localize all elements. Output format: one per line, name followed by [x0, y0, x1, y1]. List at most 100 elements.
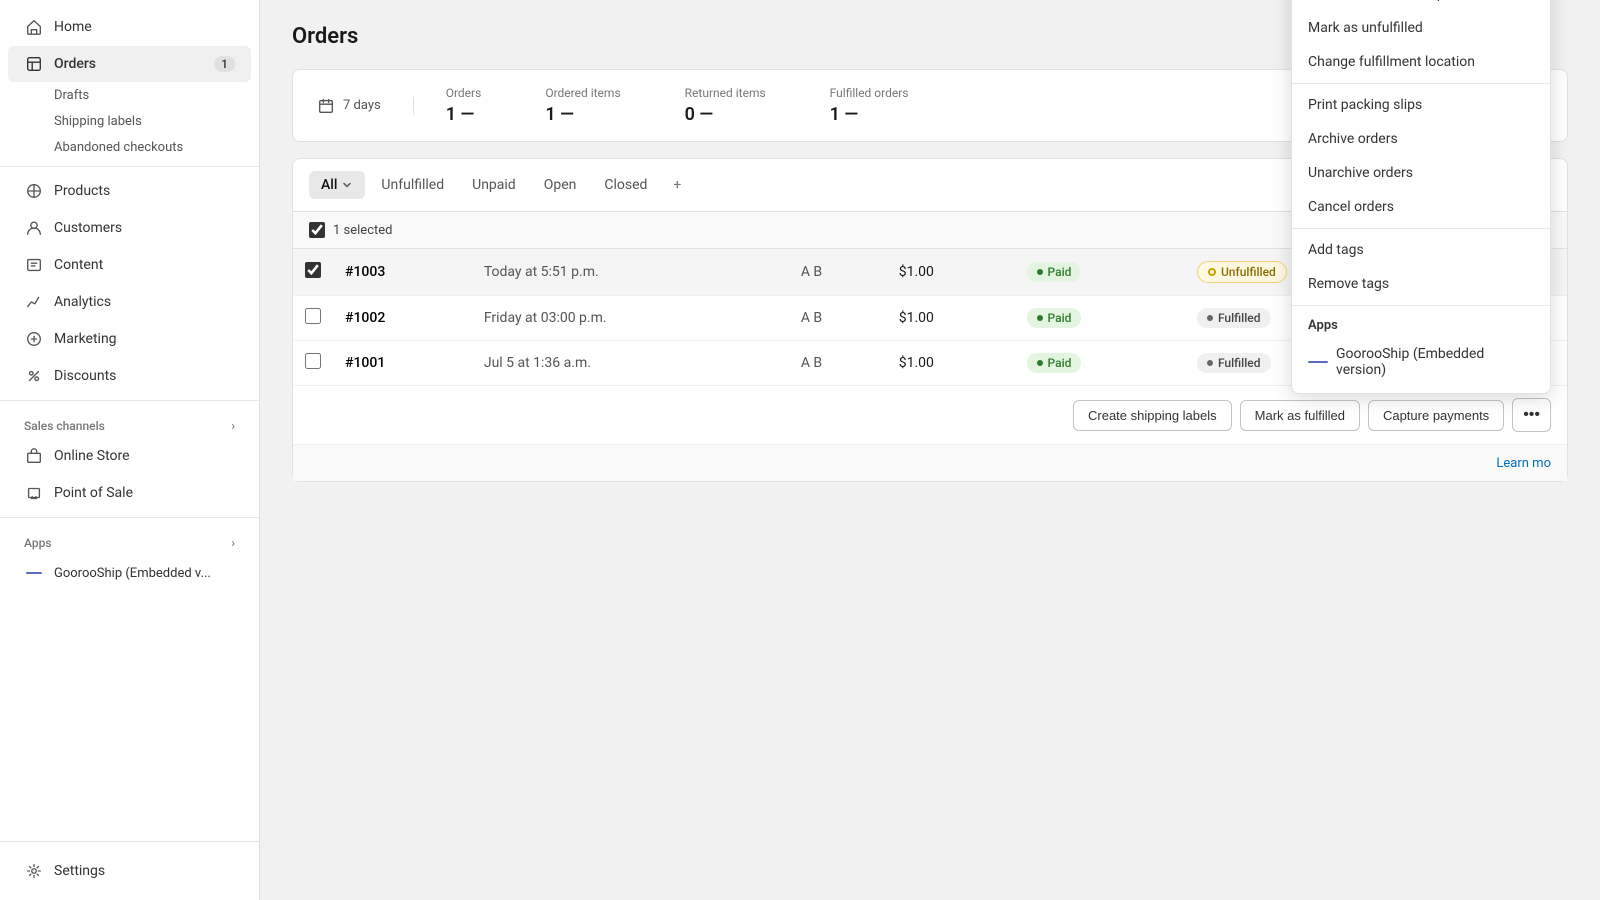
sidebar-item-drafts[interactable]: Drafts — [8, 83, 251, 108]
apps-section: Apps › — [0, 524, 259, 554]
tab-open[interactable]: Open — [532, 171, 589, 199]
stats-ordered-items: Ordered items 1 — — [513, 86, 652, 125]
customers-label: Customers — [54, 220, 122, 236]
dropdown-item-add-tags[interactable]: Add tags — [1292, 233, 1550, 267]
dropdown-item-cancel-orders[interactable]: Cancel orders — [1292, 190, 1550, 224]
orders-icon — [24, 54, 44, 74]
dropdown-item-print-packing[interactable]: Print packing slips — [1292, 88, 1550, 122]
dropdown-divider-2 — [1292, 228, 1550, 229]
sidebar-item-goorooship[interactable]: GoorooShip (Embedded v... — [8, 555, 251, 591]
sidebar-item-content[interactable]: Content — [8, 247, 251, 283]
learn-more-link[interactable]: Learn mo — [1496, 456, 1551, 471]
dropdown-divider-3 — [1292, 305, 1550, 306]
point-of-sale-icon — [24, 483, 44, 503]
sidebar-item-settings[interactable]: Settings — [8, 853, 251, 889]
settings-label: Settings — [54, 863, 105, 879]
sidebar-item-point-of-sale[interactable]: Point of Sale — [8, 475, 251, 511]
sidebar-item-products[interactable]: Products — [8, 173, 251, 209]
sidebar-item-discounts[interactable]: Discounts — [8, 358, 251, 394]
order-date-1001: Jul 5 at 1:36 a.m. — [472, 341, 789, 386]
dropdown-item-goorooship[interactable]: GoorooShip (Embedded version) — [1292, 337, 1550, 387]
order-date-1002: Friday at 03:00 p.m. — [472, 296, 789, 341]
order-payment-1001: Paid — [1015, 341, 1185, 386]
row-checkbox-1001[interactable] — [293, 341, 333, 386]
order-payment-1002: Paid — [1015, 296, 1185, 341]
dropdown-item-archive-orders[interactable]: Archive orders — [1292, 122, 1550, 156]
order-id-1003[interactable]: #1003 — [333, 249, 472, 296]
divider-3 — [0, 517, 259, 518]
row-checkbox-1002[interactable] — [293, 296, 333, 341]
apps-chevron[interactable]: › — [231, 536, 235, 550]
tab-add-button[interactable]: + — [663, 171, 691, 199]
products-icon — [24, 181, 44, 201]
sales-channels-chevron[interactable]: › — [231, 419, 235, 433]
tab-all[interactable]: All — [309, 171, 365, 199]
customers-icon — [24, 218, 44, 238]
marketing-label: Marketing — [54, 331, 117, 347]
sidebar-item-online-store[interactable]: Online Store — [8, 438, 251, 474]
sidebar-item-customers[interactable]: Customers — [8, 210, 251, 246]
home-label: Home — [54, 19, 92, 35]
learn-more-bar: Learn mo — [293, 444, 1567, 481]
create-shipping-labels-button[interactable]: Create shipping labels — [1073, 400, 1232, 431]
marketing-icon — [24, 329, 44, 349]
tab-unpaid[interactable]: Unpaid — [460, 171, 528, 199]
dropdown-apps-section-label: Apps — [1292, 310, 1550, 337]
sidebar-nav: Home Orders 1 Drafts Shipping labels Aba… — [0, 0, 259, 841]
divider-1 — [0, 166, 259, 167]
tab-closed[interactable]: Closed — [592, 171, 659, 199]
sidebar-item-shipping-labels[interactable]: Shipping labels — [8, 109, 251, 134]
chevron-down-icon — [341, 179, 353, 191]
selected-label: 1 selected — [333, 223, 392, 238]
order-amount-1002: $1.00 — [887, 296, 1015, 341]
analytics-icon — [24, 292, 44, 312]
goorooship-icon — [24, 563, 44, 583]
home-icon — [24, 17, 44, 37]
calendar-icon — [317, 97, 335, 115]
analytics-label: Analytics — [54, 294, 111, 310]
products-label: Products — [54, 183, 110, 199]
more-actions-button[interactable]: ••• — [1512, 398, 1551, 432]
order-customer-1003: A B — [789, 249, 887, 296]
stats-returned-items: Returned items 0 — — [653, 86, 798, 125]
order-date-1003: Today at 5:51 p.m. — [472, 249, 789, 296]
settings-icon — [24, 861, 44, 881]
dropdown-item-cancel-fulfillment[interactable]: Cancel fulfillment requests — [1292, 0, 1550, 11]
goorooship-app-icon — [1308, 361, 1328, 363]
row-checkbox-1003[interactable] — [293, 249, 333, 296]
sidebar-item-marketing[interactable]: Marketing — [8, 321, 251, 357]
online-store-label: Online Store — [54, 448, 130, 464]
orders-card: All Unfulfilled Unpaid Open Closed + 1 s… — [292, 158, 1568, 482]
sidebar-item-analytics[interactable]: Analytics — [8, 284, 251, 320]
point-of-sale-label: Point of Sale — [54, 485, 133, 501]
divider-2 — [0, 400, 259, 401]
order-customer-1001: A B — [789, 341, 887, 386]
tab-unfulfilled[interactable]: Unfulfilled — [369, 171, 456, 199]
dropdown-item-remove-tags[interactable]: Remove tags — [1292, 267, 1550, 301]
content-label: Content — [54, 257, 103, 273]
actions-dropdown-menu: Request fulfillment Cancel fulfillment r… — [1291, 0, 1551, 394]
discounts-icon — [24, 366, 44, 386]
main-content: Orders 7 days Orders 1 — Ordered items 1… — [260, 0, 1600, 900]
action-bar: Create shipping labels Mark as fulfilled… — [293, 385, 1567, 444]
dropdown-item-mark-unfulfilled[interactable]: Mark as unfulfilled — [1292, 11, 1550, 45]
select-all-checkbox[interactable] — [309, 222, 325, 238]
order-amount-1003: $1.00 — [887, 249, 1015, 296]
sidebar: Home Orders 1 Drafts Shipping labels Aba… — [0, 0, 260, 900]
sidebar-item-orders[interactable]: Orders 1 — [8, 46, 251, 82]
dropdown-item-unarchive-orders[interactable]: Unarchive orders — [1292, 156, 1550, 190]
capture-payments-button[interactable]: Capture payments — [1368, 400, 1504, 431]
dropdown-divider-1 — [1292, 83, 1550, 84]
dropdown-item-change-location[interactable]: Change fulfillment location — [1292, 45, 1550, 79]
orders-label: Orders — [54, 56, 96, 72]
sales-channels-section: Sales channels › — [0, 407, 259, 437]
sidebar-item-home[interactable]: Home — [8, 9, 251, 45]
stats-orders: Orders 1 — — [414, 86, 514, 125]
sidebar-item-abandoned-checkouts[interactable]: Abandoned checkouts — [8, 135, 251, 160]
order-id-1001[interactable]: #1001 — [333, 341, 472, 386]
order-id-1002[interactable]: #1002 — [333, 296, 472, 341]
order-amount-1001: $1.00 — [887, 341, 1015, 386]
order-customer-1002: A B — [789, 296, 887, 341]
mark-as-fulfilled-button[interactable]: Mark as fulfilled — [1240, 400, 1360, 431]
stats-fulfilled-orders: Fulfilled orders 1 — — [798, 86, 941, 125]
